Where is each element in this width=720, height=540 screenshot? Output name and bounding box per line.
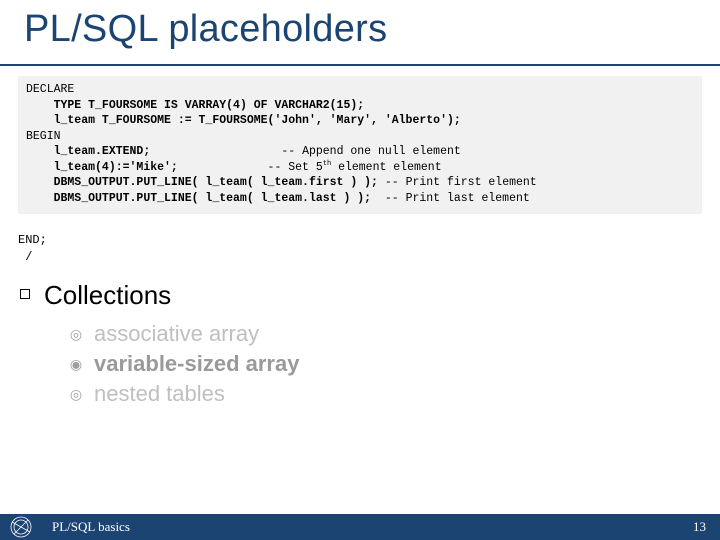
target-bullet-icon: ◎ [68,326,84,342]
collections-list: ◎ associative array ◉ variable-sized arr… [68,321,299,407]
code-line: DECLARE [26,83,74,96]
code-comment: -- Append one null element [281,145,460,158]
collections-section: Collections ◎ associative array ◉ variab… [44,280,299,411]
code-block: DECLARE TYPE T_FOURSOME IS VARRAY(4) OF … [18,76,702,214]
code-line: l_team T_FOURSOME := T_FOURSOME('John', … [26,114,461,127]
list-item: ◉ variable-sized array [68,351,299,377]
cern-logo-icon [10,516,32,538]
code-line: DBMS_OUTPUT.PUT_LINE( l_team( l_team.las… [26,192,371,205]
footer-text: PL/SQL basics [52,519,130,535]
code-line: / [18,250,32,264]
code-comment: -- Set 5th element element [268,161,442,174]
code-line: BEGIN [26,130,61,143]
code-comment: -- Print last element [371,192,530,205]
list-item-label: associative array [94,321,259,347]
code-line: END; [18,233,47,247]
code-comment: -- Print first element [378,176,537,189]
list-item: ◎ associative array [68,321,299,347]
target-bullet-icon: ◎ [68,386,84,402]
collections-heading: Collections [44,280,299,311]
page-title: PL/SQL placeholders [24,8,387,51]
code-line: VARRAY(4) OF VARCHAR2(15); [185,99,364,112]
code-line: TYPE T_FOURSOME IS [26,99,185,112]
footer-bar: PL/SQL basics 13 [0,514,720,540]
dot-bullet-icon: ◉ [68,356,84,372]
list-item-label: variable-sized array [94,351,299,377]
code-line: DBMS_OUTPUT.PUT_LINE( l_team( l_team.fir… [26,176,378,189]
list-item-label: nested tables [94,381,225,407]
page-number: 13 [693,519,706,535]
list-item: ◎ nested tables [68,381,299,407]
title-underline [0,64,720,66]
code-line: l_team.EXTEND; [26,145,150,158]
code-trailer: END; / [18,232,702,266]
square-bullet-icon [20,289,30,299]
code-line: l_team(4):='Mike'; [26,161,178,174]
